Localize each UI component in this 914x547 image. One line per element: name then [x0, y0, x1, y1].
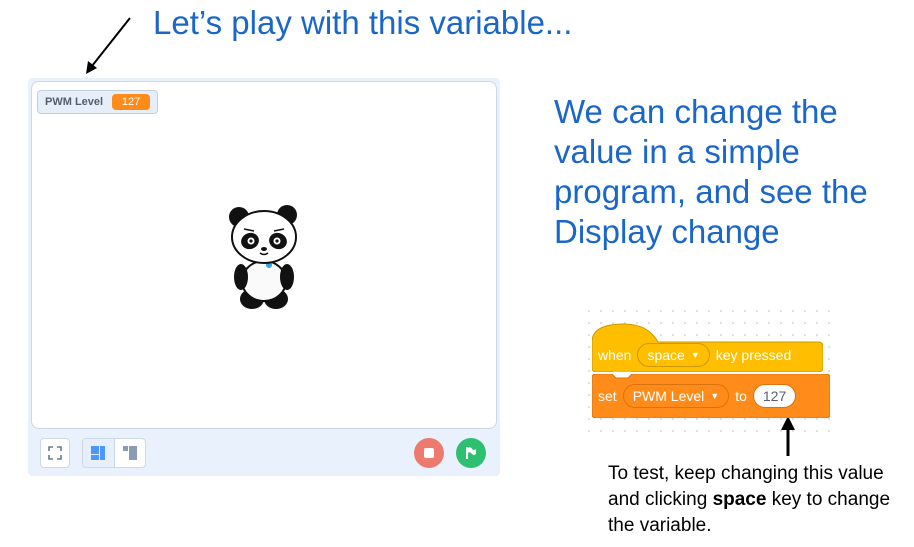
set-block-content: set PWM Level ▼ to 127	[598, 382, 797, 410]
key-dropdown-value: space	[647, 347, 685, 363]
large-stage-button[interactable]	[113, 439, 146, 467]
slide-title: Let’s play with this variable...	[153, 4, 573, 41]
large-stage-icon	[122, 446, 137, 460]
variable-dropdown[interactable]: PWM Level ▼	[622, 384, 730, 408]
fullscreen-icon	[48, 446, 62, 460]
description-text: We can change the value in a simple prog…	[554, 93, 868, 250]
monitor-label: PWM Level	[45, 96, 104, 108]
note-bold-key: space	[712, 489, 767, 510]
small-stage-button[interactable]	[83, 439, 114, 467]
set-label: set	[598, 388, 617, 404]
hat-pressed-label: key pressed	[715, 347, 792, 363]
panda-sprite[interactable]	[224, 203, 304, 313]
value-input[interactable]: 127	[752, 384, 797, 408]
stage-layout-toggle	[82, 438, 146, 468]
fullscreen-button[interactable]	[40, 438, 70, 468]
stop-icon	[424, 448, 434, 458]
green-flag-button[interactable]	[456, 438, 486, 468]
instruction-note: To test, keep changing this value and cl…	[608, 461, 908, 539]
set-to-label: to	[735, 388, 747, 404]
chevron-down-icon: ▼	[690, 350, 700, 360]
variable-monitor[interactable]: PWM Level 127	[37, 90, 159, 114]
chevron-down-icon: ▼	[710, 391, 720, 401]
stop-button[interactable]	[414, 438, 444, 468]
key-dropdown[interactable]: space ▼	[637, 343, 710, 367]
hat-when-label: when	[598, 347, 632, 363]
variable-dropdown-value: PWM Level	[632, 388, 705, 404]
monitor-value: 127	[112, 94, 151, 110]
green-flag-icon	[466, 447, 476, 459]
hat-block-content: when space ▼ key pressed	[598, 342, 791, 368]
stage-canvas[interactable]: PWM Level 127	[31, 81, 497, 429]
small-stage-icon	[91, 446, 106, 460]
stage-panel: PWM Level 127	[28, 78, 500, 476]
